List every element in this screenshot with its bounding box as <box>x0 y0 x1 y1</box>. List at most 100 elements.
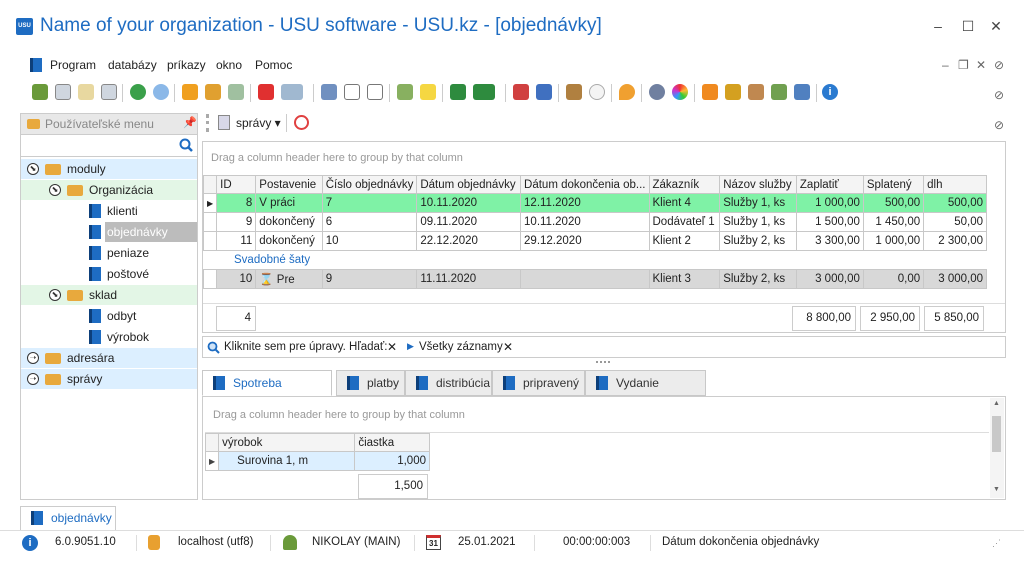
cell[interactable]: 29.12.2020 <box>520 231 650 251</box>
cell[interactable]: 3 300,00 <box>795 231 864 251</box>
column-header-1[interactable]: Postavenie <box>255 175 323 194</box>
excel-export-icon[interactable] <box>450 84 466 100</box>
cell-ciastka[interactable]: 1,000 <box>354 451 430 471</box>
cell[interactable]: 11.11.2020 <box>416 269 522 289</box>
reports-dropdown-button[interactable]: správy ▾ <box>236 116 281 130</box>
sidebar-item-klienti[interactable]: klienti <box>21 201 197 221</box>
flag-icon[interactable] <box>258 84 274 100</box>
cell[interactable]: Služby 1, ks <box>719 212 797 232</box>
scroll-up-icon[interactable]: ▲ <box>993 400 1000 407</box>
cell-vyrobok[interactable]: Surovina 1, m <box>218 451 356 471</box>
sidebar-search-input[interactable] <box>20 135 198 157</box>
circle-arrow-icon[interactable] <box>589 84 605 100</box>
sidebar-item-moduly[interactable]: ⬊ moduly <box>21 159 197 179</box>
sidebar-item-správy[interactable]: ➝ správy <box>21 369 197 389</box>
cell[interactable]: Klient 2 <box>648 231 721 251</box>
cell[interactable]: 7 <box>321 193 418 213</box>
cell[interactable]: 500,00 <box>862 193 925 213</box>
tab-distribucia[interactable]: distribúcia <box>405 370 492 396</box>
exit-icon[interactable] <box>566 84 582 100</box>
cell[interactable]: 50,00 <box>923 212 987 232</box>
cell[interactable]: 1 450,00 <box>862 212 925 232</box>
cell[interactable]: Služby 1, ks <box>719 193 797 213</box>
sync-icon[interactable] <box>130 84 146 100</box>
cell[interactable]: 8 <box>216 193 257 213</box>
cell[interactable]: Klient 4 <box>648 193 721 213</box>
sidebar-item-poštové[interactable]: poštové <box>21 264 197 284</box>
column-header-vyrobok[interactable]: výrobok <box>218 433 356 452</box>
user-key-icon[interactable] <box>748 84 764 100</box>
pin-icon[interactable]: 📌 <box>183 116 197 129</box>
maximize-icon[interactable]: ☐ <box>958 18 978 35</box>
location-pin-icon[interactable] <box>619 84 635 100</box>
table-row[interactable]: 11 dokončený 10 22.12.2020 29.12.2020 Klient … <box>202 231 987 251</box>
collapse-node-icon[interactable]: ⬊ <box>49 289 61 301</box>
resize-grip-icon[interactable]: ⋰ <box>992 538 1001 549</box>
cell[interactable]: 1 500,00 <box>795 212 864 232</box>
sidebar-item-výrobok[interactable]: výrobok <box>21 327 197 347</box>
cell[interactable]: 22.12.2020 <box>416 231 522 251</box>
cell[interactable]: 1 000,00 <box>795 193 864 213</box>
cell[interactable]: 10.11.2020 <box>416 193 522 213</box>
cell[interactable]: 10 <box>216 269 257 289</box>
refresh-icon[interactable] <box>32 84 48 100</box>
table-row[interactable]: 9 dokončený 6 09.11.2020 10.11.2020 Dodávateľ… <box>202 212 987 232</box>
menu-okno[interactable]: okno <box>216 58 242 72</box>
cell[interactable]: 3 000,00 <box>923 269 987 289</box>
rss-icon[interactable] <box>702 84 718 100</box>
cancel-circle-icon[interactable] <box>294 115 309 130</box>
image-dropdown-icon[interactable] <box>281 84 303 100</box>
filter-icon[interactable] <box>182 84 198 100</box>
sidebar-item-adresára[interactable]: ➝ adresára <box>21 348 197 368</box>
tab-pripraveny[interactable]: pripravený <box>492 370 585 396</box>
menu-pomoc[interactable]: Pomoc <box>255 58 292 72</box>
copy-icon[interactable] <box>55 84 71 100</box>
toolbar-nav-icon[interactable]: ⊘ <box>994 88 1004 102</box>
mdi-minimize-icon[interactable]: – <box>942 58 949 72</box>
delete-icon[interactable] <box>101 84 117 100</box>
search-icon[interactable] <box>179 138 193 152</box>
columns-icon[interactable] <box>321 84 337 100</box>
table-row[interactable]: 10 ⌛ Pre 9 11.11.2020 Klient 3 Služby 2, ks 3 … <box>202 269 987 289</box>
scroll-thumb[interactable] <box>992 416 1001 452</box>
minimize-icon[interactable]: – <box>928 18 948 34</box>
filter-clear-icon[interactable]: ✕ <box>387 340 397 354</box>
column-header-7[interactable]: Zaplatiť <box>795 175 864 194</box>
expand-node-icon[interactable]: ➝ <box>27 352 39 364</box>
note-icon[interactable] <box>420 84 436 100</box>
cell[interactable]: 10.11.2020 <box>520 212 650 232</box>
color-wheel-icon[interactable] <box>672 84 688 100</box>
close-icon[interactable]: ✕ <box>986 18 1006 35</box>
cell[interactable]: Služby 2, ks <box>719 231 797 251</box>
expand-node-icon[interactable]: ➝ <box>27 373 39 385</box>
mdi-close-icon[interactable]: ✕ <box>976 58 986 72</box>
cell[interactable]: V práci <box>255 193 323 213</box>
users-icon[interactable] <box>771 84 787 100</box>
window-icon[interactable] <box>536 84 552 100</box>
column-header-ciastka[interactable]: čiastka <box>354 433 430 452</box>
lock-icon[interactable] <box>725 84 741 100</box>
add-row-icon[interactable] <box>397 84 413 100</box>
cell[interactable]: 0,00 <box>862 269 925 289</box>
cell[interactable]: 9 <box>216 212 257 232</box>
pen-icon[interactable] <box>794 84 810 100</box>
cell[interactable]: 3 000,00 <box>795 269 864 289</box>
cell[interactable]: 10 <box>321 231 418 251</box>
expand-all-icon[interactable] <box>344 84 360 100</box>
cell[interactable]: dokončený <box>255 231 323 251</box>
menu-program[interactable]: Program <box>50 58 96 72</box>
cell[interactable]: 500,00 <box>923 193 987 213</box>
sidebar-item-odbyt[interactable]: odbyt <box>21 306 197 326</box>
window-tab-objednavky[interactable]: objednávky <box>20 506 116 530</box>
cell[interactable]: Klient 3 <box>648 269 721 289</box>
check-filter-icon[interactable] <box>228 84 244 100</box>
info-icon[interactable]: i <box>822 84 838 100</box>
sidebar-item-sklad[interactable]: ⬊ sklad <box>21 285 197 305</box>
trophy-icon[interactable] <box>205 84 221 100</box>
column-header-6[interactable]: Názov služby <box>719 175 797 194</box>
sidebar-item-peniaze[interactable]: peniaze <box>21 243 197 263</box>
table-row[interactable]: ▶ Surovina 1, m 1,000 <box>204 451 430 471</box>
column-header-3[interactable]: Dátum objednávky <box>416 175 522 194</box>
column-header-2[interactable]: Číslo objednávky <box>321 175 418 194</box>
panel-nav-icon[interactable]: ⊘ <box>994 118 1004 132</box>
